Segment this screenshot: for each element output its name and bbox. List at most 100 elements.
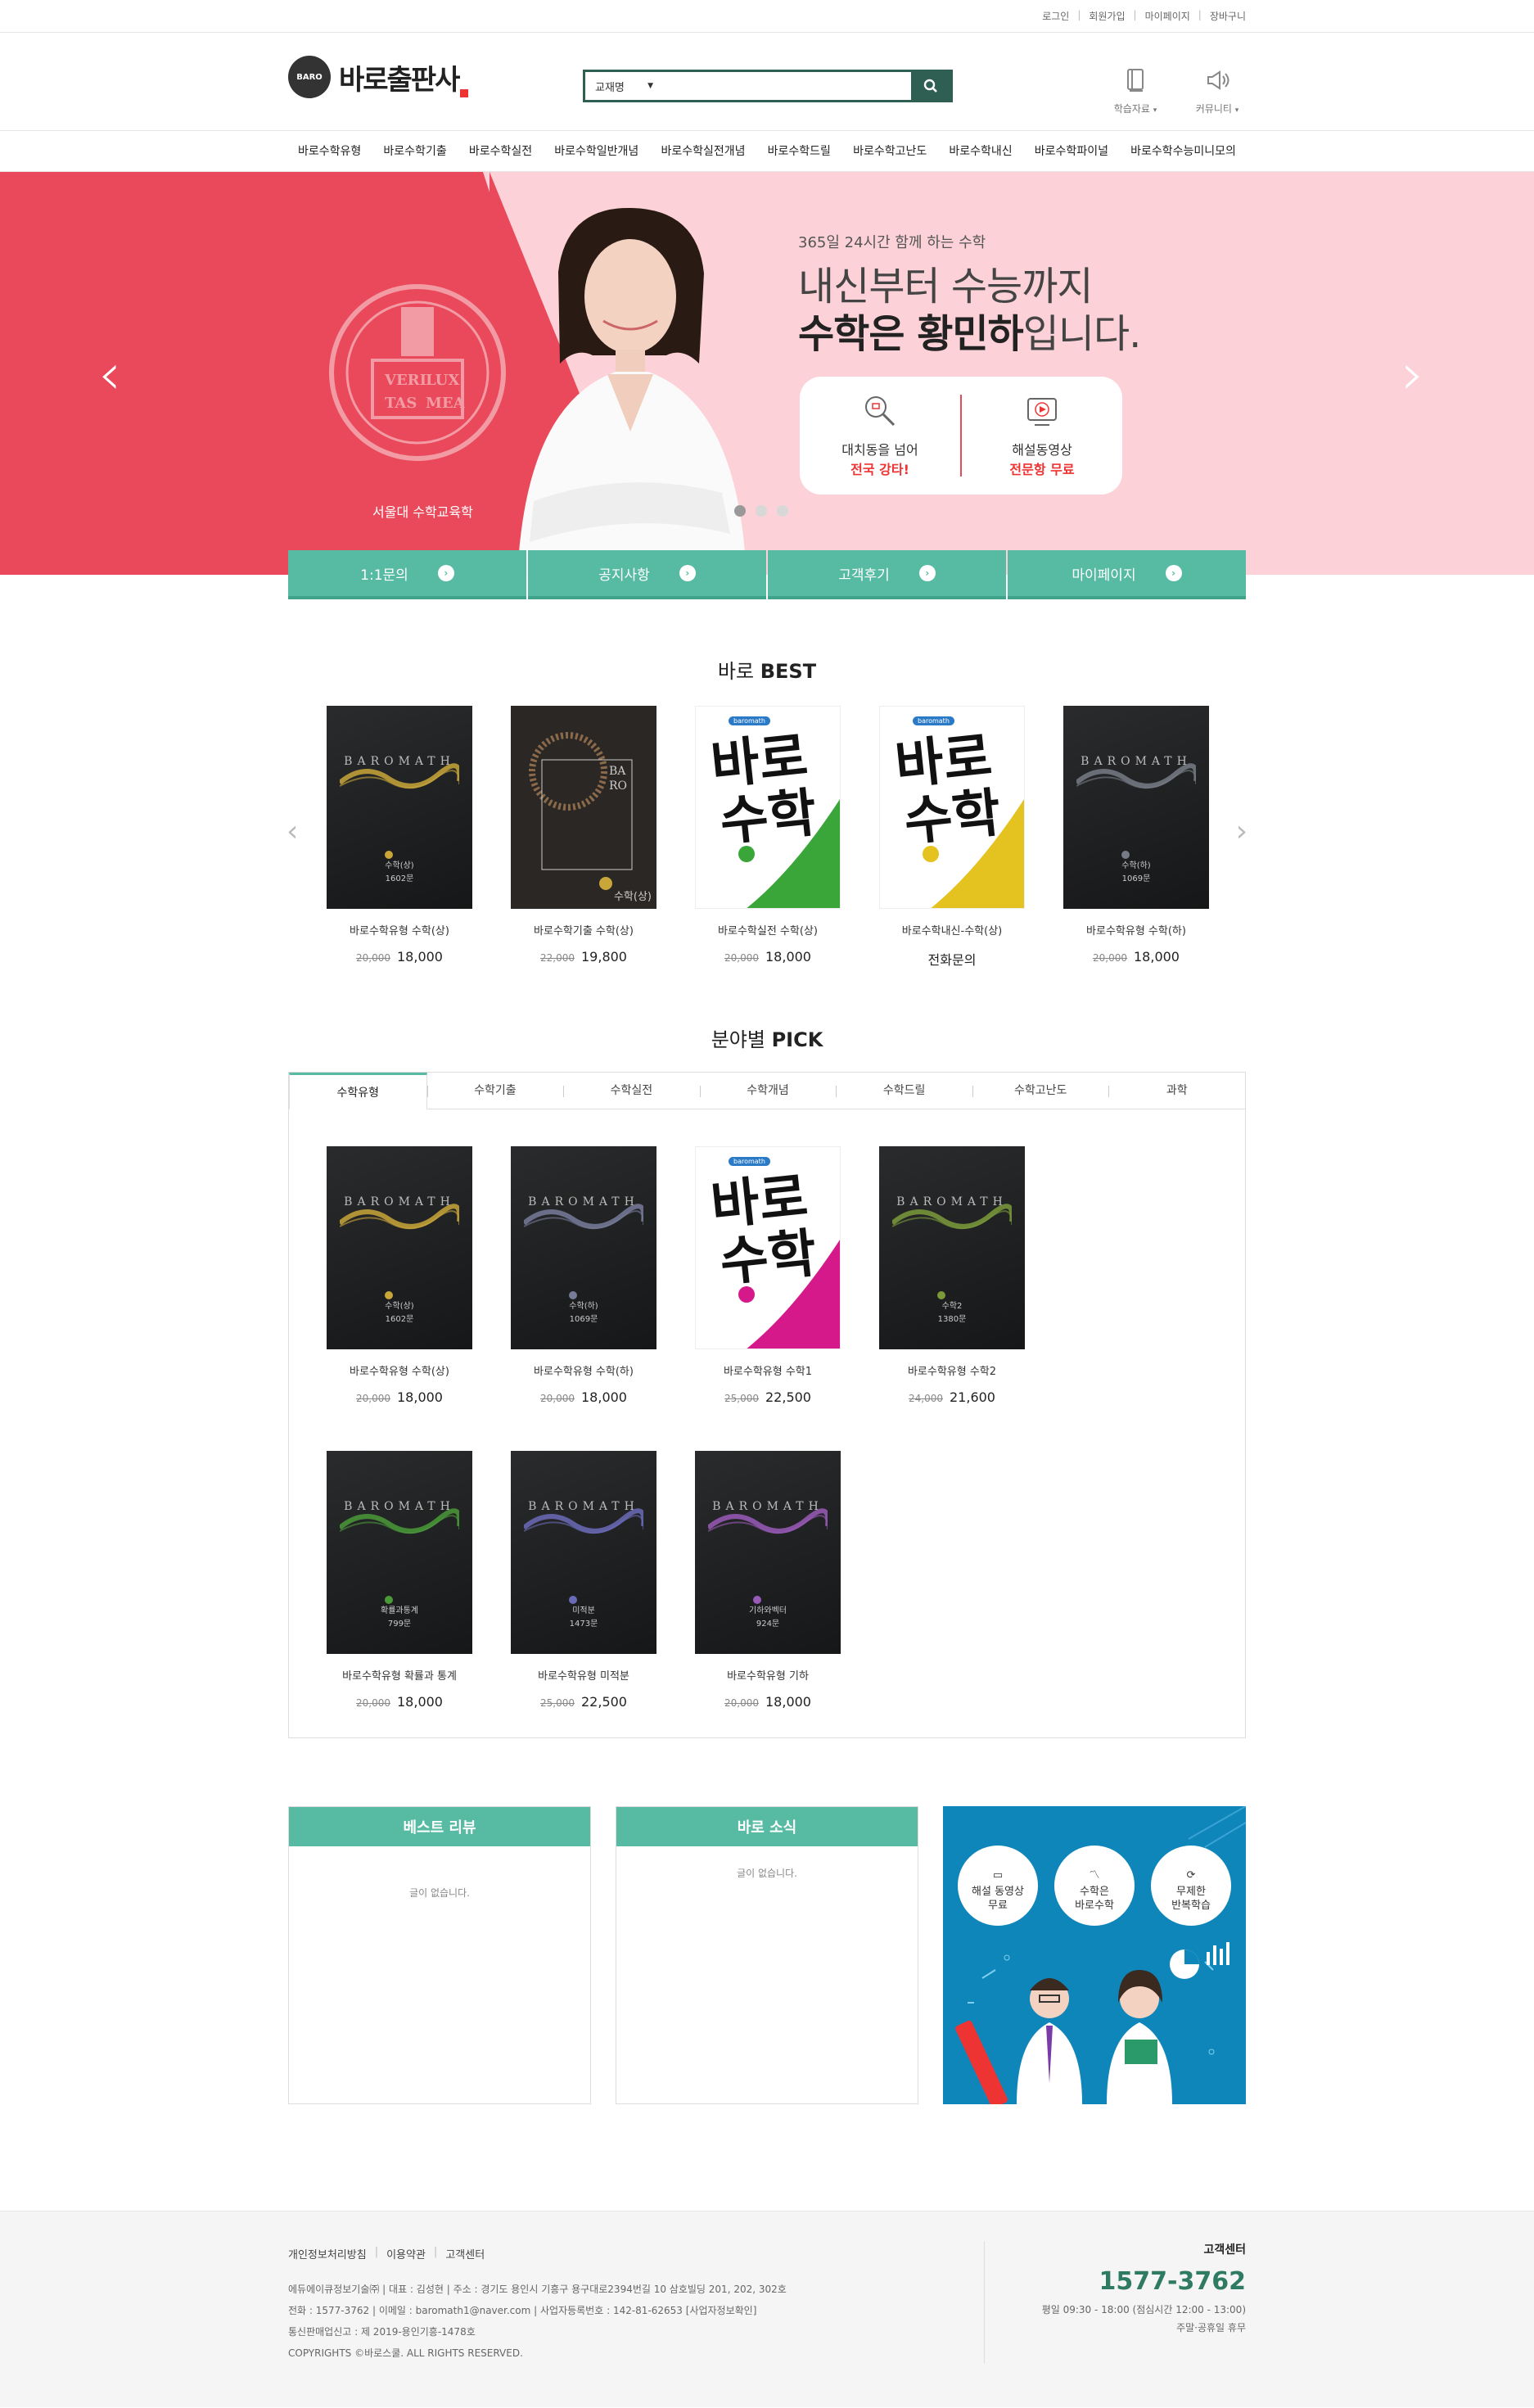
pick-tab[interactable]: 수학고난도 <box>972 1073 1109 1109</box>
product-name[interactable]: 바로수학유형 확률과 통계 <box>327 1667 472 1683</box>
product-price: 24,000 21,600 <box>909 1389 995 1405</box>
nav-item[interactable]: 바로수학실전 <box>469 131 532 172</box>
pick-panel: 수학유형 수학기출 수학실전 수학개념 수학드릴 수학고난도 과학 BAROMATH 수학(… <box>288 1072 1246 1738</box>
cover-subject: 수학(하) <box>569 1302 598 1311</box>
nav-item[interactable]: 바로수학드릴 <box>768 131 831 172</box>
product-card[interactable]: BAROMATH 기하와벡터 924문 바로수학유형 기하 20,000 18,0… <box>695 1451 841 1710</box>
product-name[interactable]: 바로수학유형 수학(하) <box>1063 922 1209 937</box>
board-title[interactable]: 베스트 리뷰 <box>289 1807 590 1846</box>
company-info: 에듀에이큐정보기술㈜ | 대표 : 김성현 | 주소 : 경기도 용인시 기흥구… <box>288 2279 787 2364</box>
search-button[interactable] <box>911 72 950 100</box>
product-name[interactable]: 바로수학유형 기하 <box>695 1667 841 1683</box>
pick-tab[interactable]: 수학드릴 <box>836 1073 972 1109</box>
terms-link[interactable]: 이용약관 <box>386 2246 426 2261</box>
support-link[interactable]: 고객센터 <box>445 2246 485 2261</box>
nav-item[interactable]: 바로수학고난도 <box>853 131 927 172</box>
product-card[interactable]: baromath 바로 수학 바로수학실전 수학(상) 20,000 18,000 <box>695 706 841 969</box>
product-card[interactable]: BAROMATH 수학(상) 1602문 바로수학유형 수학(상) 20,000… <box>327 706 472 969</box>
cover-subject: 기하와벡터 <box>749 1606 787 1615</box>
product-card[interactable]: BAROMATH 수학(하) 1069문 바로수학유형 수학(하) 20,000… <box>511 1146 656 1405</box>
svg-text:수학: 수학 <box>717 1222 819 1294</box>
cover-subject: 미적분 <box>572 1606 595 1615</box>
product-card[interactable]: BAROMATH 수학2 1380문 바로수학유형 수학2 24,000 21,6… <box>879 1146 1025 1405</box>
quick-links: 1:1문의 › 공지사항 › 고객후기 › 마이페이지 › <box>288 550 1246 599</box>
product-price: 20,000 18,000 <box>1093 949 1180 965</box>
hero-next-arrow-icon[interactable]: › <box>1401 346 1424 403</box>
cover-subject: 수학(하) <box>1121 861 1151 870</box>
svg-text:TAS: TAS <box>385 395 417 412</box>
svg-text:VERI: VERI <box>384 372 426 389</box>
svg-text:LUX: LUX <box>426 372 459 389</box>
pick-tab[interactable]: 수학기출 <box>426 1073 564 1109</box>
community-menu[interactable]: 커뮤니티 ▾ <box>1189 64 1246 115</box>
product-card[interactable]: BAROMATH 미적분 1473문 바로수학유형 미적분 25,000 22,5… <box>511 1451 656 1710</box>
svg-text:수학: 수학 <box>901 782 1004 853</box>
nav-item[interactable]: 바로수학기출 <box>383 131 446 172</box>
product-card[interactable]: BA RO 수학(상) 바로수학기출 수학(상) 22,000 19,800 <box>511 706 656 969</box>
best-prev-arrow-icon[interactable]: ‹ <box>286 815 298 848</box>
megaphone-icon <box>1201 64 1234 97</box>
signup-link[interactable]: 회원가입 <box>1089 9 1125 23</box>
nav-item[interactable]: 바로수학내신 <box>949 131 1012 172</box>
pick-tab[interactable]: 과학 <box>1108 1073 1245 1109</box>
cart-link[interactable]: 장바구니 <box>1210 9 1246 23</box>
slide-dot[interactable] <box>777 505 788 517</box>
product-card[interactable]: BAROMATH 확률과통계 799문 바로수학유형 확률과 통계 20,000… <box>327 1451 472 1710</box>
product-name[interactable]: 바로수학실전 수학(상) <box>695 922 841 937</box>
product-name[interactable]: 바로수학유형 수학(하) <box>511 1362 656 1378</box>
pick-tab[interactable]: 수학개념 <box>699 1073 837 1109</box>
customer-center: 고객센터 1577-3762 평일 09:30 - 18:00 (점심시간 12… <box>984 2241 1246 2364</box>
privacy-link[interactable]: 개인정보처리방침 <box>288 2246 367 2261</box>
nav-item[interactable]: 바로수학유형 <box>298 131 361 172</box>
site-logo[interactable]: BARO 바로출판사 <box>288 56 469 98</box>
study-materials-menu[interactable]: 학습자료 ▾ <box>1107 64 1164 115</box>
product-name[interactable]: 바로수학내신-수학(상) <box>879 922 1025 937</box>
utility-links: 로그인 | 회원가입 | 마이페이지 | 장바구니 <box>1042 9 1246 23</box>
pick-tab[interactable]: 수학유형 <box>289 1073 427 1109</box>
mypage-link[interactable]: 마이페이지 <box>1145 9 1190 23</box>
promo-free-video: ▭ 해설 동영상 무료 <box>958 1846 1038 1926</box>
svg-text:RO: RO <box>609 779 627 793</box>
product-name[interactable]: 바로수학유형 수학(상) <box>327 922 472 937</box>
pick-tab[interactable]: 수학실전 <box>563 1073 700 1109</box>
product-name[interactable]: 바로수학기출 수학(상) <box>511 922 656 937</box>
best-title: 바로 BEST <box>717 660 817 683</box>
product-name[interactable]: 바로수학유형 수학2 <box>879 1362 1025 1378</box>
site-footer: 개인정보처리방침 | 이용약관 | 고객센터 에듀에이큐정보기술㈜ | 대표 : 김… <box>0 2211 1534 2407</box>
reviews-button[interactable]: 고객후기 › <box>768 550 1006 599</box>
pick-section: 분야별 PICK 수학유형 수학기출 수학실전 수학개념 수학드릴 수학고난도 과학 BAR… <box>288 1023 1246 1738</box>
product-name[interactable]: 바로수학유형 미적분 <box>511 1667 656 1683</box>
product-price: 25,000 22,500 <box>724 1389 811 1405</box>
promo-banner[interactable]: ▭ 해설 동영상 무료 〽 수학은 바로수학 ⟳ 무제한 반복학습 <box>943 1806 1246 2104</box>
book-cover: BAROMATH 수학(하) 1069문 <box>511 1146 656 1349</box>
nav-item[interactable]: 바로수학파이널 <box>1035 131 1108 172</box>
hero-headline-2: 수학은 황민하입니다. <box>798 311 1141 357</box>
hero-prev-arrow-icon[interactable]: ‹ <box>98 346 121 403</box>
product-card[interactable]: baromath 바로 수학 바로수학유형 수학1 25,000 22,500 <box>695 1146 841 1405</box>
inquiry-button[interactable]: 1:1문의 › <box>288 550 526 599</box>
cover-subject: 수학2 <box>941 1302 963 1311</box>
best-next-arrow-icon[interactable]: › <box>1236 815 1248 848</box>
product-price: 20,000 18,000 <box>724 1694 811 1710</box>
product-card[interactable]: baromath 바로 수학 바로수학내신-수학(상) 전화문의 <box>879 706 1025 969</box>
mypage-button[interactable]: 마이페이지 › <box>1008 550 1246 599</box>
nav-item[interactable]: 바로수학일반개념 <box>554 131 638 172</box>
nav-item[interactable]: 바로수학수능미니모의 <box>1130 131 1236 172</box>
login-link[interactable]: 로그인 <box>1042 9 1069 23</box>
search-input[interactable] <box>663 72 911 100</box>
promo-unlimited: ⟳ 무제한 반복학습 <box>1151 1846 1231 1926</box>
product-price: 20,000 18,000 <box>356 1694 443 1710</box>
product-name[interactable]: 바로수학유형 수학1 <box>695 1362 841 1378</box>
product-card[interactable]: BAROMATH 수학(하) 1069문 바로수학유형 수학(하) 20,000… <box>1063 706 1209 969</box>
board-empty-text: 글이 없습니다. <box>409 1887 470 1899</box>
book-cover: baromath 바로 수학 <box>879 706 1025 909</box>
nav-item[interactable]: 바로수학실전개념 <box>661 131 745 172</box>
slide-dot[interactable] <box>756 505 767 517</box>
board-title[interactable]: 바로 소식 <box>616 1807 918 1846</box>
search-category-select[interactable]: 교재명 ▼ <box>585 72 663 100</box>
slide-dot[interactable] <box>734 505 746 517</box>
product-name[interactable]: 바로수학유형 수학(상) <box>327 1362 472 1378</box>
bottom-boards: 베스트 리뷰 글이 없습니다. 바로 소식 글이 없습니다. ▭ 해설 동영상 … <box>288 1806 1246 2104</box>
product-card[interactable]: BAROMATH 수학(상) 1602문 바로수학유형 수학(상) 20,000… <box>327 1146 472 1405</box>
notice-button[interactable]: 공지사항 › <box>528 550 766 599</box>
